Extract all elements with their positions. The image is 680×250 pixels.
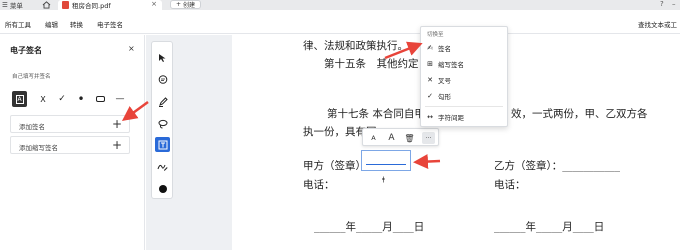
text-box-icon: A xyxy=(15,94,24,104)
menu-item-label: 字符间距 xyxy=(438,114,464,122)
check-tool-icon[interactable]: ✓ xyxy=(57,91,67,107)
document-tab[interactable]: 租房合同.pdf × xyxy=(58,0,162,10)
comment-icon[interactable] xyxy=(155,72,170,87)
hamburger-icon: ☰ xyxy=(2,1,8,9)
signature-icon: ✍ xyxy=(427,44,433,52)
increase-font-button[interactable]: A xyxy=(385,132,398,144)
menu-item-label: 勾形 xyxy=(438,93,451,101)
menu-item-label: 缩写签名 xyxy=(438,61,464,69)
menu-divider xyxy=(425,106,503,107)
doc-line-1: 律、法规和政策执行。 xyxy=(303,40,408,52)
more-options-button[interactable]: ··· xyxy=(422,132,435,144)
pen-icon[interactable] xyxy=(155,94,170,109)
menu-all-tools[interactable]: 所有工具 xyxy=(5,19,31,29)
minimize-icon[interactable]: – xyxy=(672,0,676,8)
menu-item-char-spacing[interactable]: ↔ 字符间距 xyxy=(426,111,506,123)
box-tool-icon[interactable] xyxy=(95,91,105,107)
panel-close-icon[interactable]: × xyxy=(128,44,135,53)
menu-header: 切换至 xyxy=(427,32,444,38)
date-b-line: ______年_____月____日 xyxy=(494,221,605,233)
add-signature-label: 添加签名 xyxy=(19,123,45,131)
add-signature-plus-icon[interactable]: + xyxy=(112,116,122,133)
menu-item-initials[interactable]: ⊞ 缩写签名 xyxy=(426,58,506,70)
menu-label: 菜单 xyxy=(9,2,23,10)
tab-title: 租房合同.pdf xyxy=(72,2,111,10)
decrease-font-button[interactable]: A xyxy=(367,132,380,144)
menu-item-label: 叉号 xyxy=(438,77,451,85)
sign-tools: A X ✓ • — xyxy=(10,91,135,107)
text-field-icon[interactable] xyxy=(155,137,170,152)
char-spacing-icon: ↔ xyxy=(427,113,433,121)
plus-icon: + xyxy=(176,1,182,8)
menu-item-label: 签名 xyxy=(438,45,451,53)
menu-edit[interactable]: 编辑 xyxy=(45,19,58,29)
signature-text-field[interactable] xyxy=(361,150,411,171)
cross-icon: ✕ xyxy=(427,76,433,84)
dot-tool-icon[interactable]: • xyxy=(76,91,86,107)
menu-e-signature[interactable]: 电子签名 xyxy=(97,19,123,29)
panel-title: 电子签名 xyxy=(10,46,42,55)
menu-bar: 所有工具 编辑 转换 电子签名 查找文本或工 xyxy=(0,10,680,34)
doc-line-3-left: 第十七条 本合同自甲 xyxy=(327,108,425,120)
doc-line-3-right: 效，一式两份，甲、乙双方各 xyxy=(511,108,648,120)
text-tool-button[interactable]: A xyxy=(12,91,27,107)
panel-subtitle: 自己填写并签名 xyxy=(12,74,51,80)
menu-button[interactable]: ☰ 菜单 xyxy=(2,0,23,10)
menu-item-check[interactable]: ✓ 勾形 xyxy=(426,90,506,102)
add-initials-plus-icon[interactable]: + xyxy=(112,137,122,154)
tab-close-icon[interactable]: × xyxy=(151,0,157,8)
vertical-toolbar xyxy=(151,41,173,199)
add-initials-label: 添加缩写签名 xyxy=(19,144,58,152)
add-initials-row[interactable]: 添加缩写签名 + xyxy=(10,136,130,154)
switch-to-menu: 切换至 ✍ 签名 ⊞ 缩写签名 ✕ 叉号 ✓ 勾形 ↔ 字符间距 xyxy=(420,26,508,127)
doc-line-2: 第十五条 其他约定 xyxy=(324,58,419,70)
menu-item-cross[interactable]: ✕ 叉号 xyxy=(426,74,506,86)
help-icon[interactable]: ? xyxy=(660,0,664,8)
e-signature-panel: 电子签名 × 自己填写并签名 A X ✓ • — 添加签名 + 添加缩写签名 + xyxy=(0,35,145,250)
phone-a-label: 电话： xyxy=(303,179,335,191)
home-icon[interactable] xyxy=(42,1,51,9)
lasso-icon[interactable] xyxy=(155,116,170,131)
title-bar: ☰ 菜单 租房合同.pdf × + 创建 ? – xyxy=(0,0,680,10)
new-tab-label: 创建 xyxy=(183,2,196,9)
resize-handle[interactable]: ǂ xyxy=(382,176,385,183)
party-b-label: 乙方（签章）：___________ xyxy=(494,160,620,172)
initials-icon: ⊞ xyxy=(427,60,433,68)
menu-convert[interactable]: 转换 xyxy=(70,19,83,29)
check-icon: ✓ xyxy=(427,92,433,100)
signature-tool-icon[interactable] xyxy=(155,159,170,174)
new-tab-button[interactable]: + 创建 xyxy=(170,0,202,9)
add-signature-row[interactable]: 添加签名 + xyxy=(10,115,130,133)
phone-b-label: 电话： xyxy=(494,179,526,191)
field-floating-toolbar: A A 🗑 ··· xyxy=(362,128,439,146)
line-tool-icon[interactable]: — xyxy=(114,91,126,107)
trash-icon[interactable]: 🗑 xyxy=(403,132,416,144)
menu-item-signature[interactable]: ✍ 签名 xyxy=(426,42,506,54)
signature-underline xyxy=(366,164,406,165)
cross-tool-icon[interactable]: X xyxy=(38,91,48,107)
pdf-icon xyxy=(62,1,69,9)
find-text-button[interactable]: 查找文本或工 xyxy=(638,19,677,29)
select-arrow-icon[interactable] xyxy=(155,50,170,65)
date-a-line: ______年_____月____日 xyxy=(314,221,425,233)
color-dot-icon[interactable] xyxy=(155,181,170,196)
